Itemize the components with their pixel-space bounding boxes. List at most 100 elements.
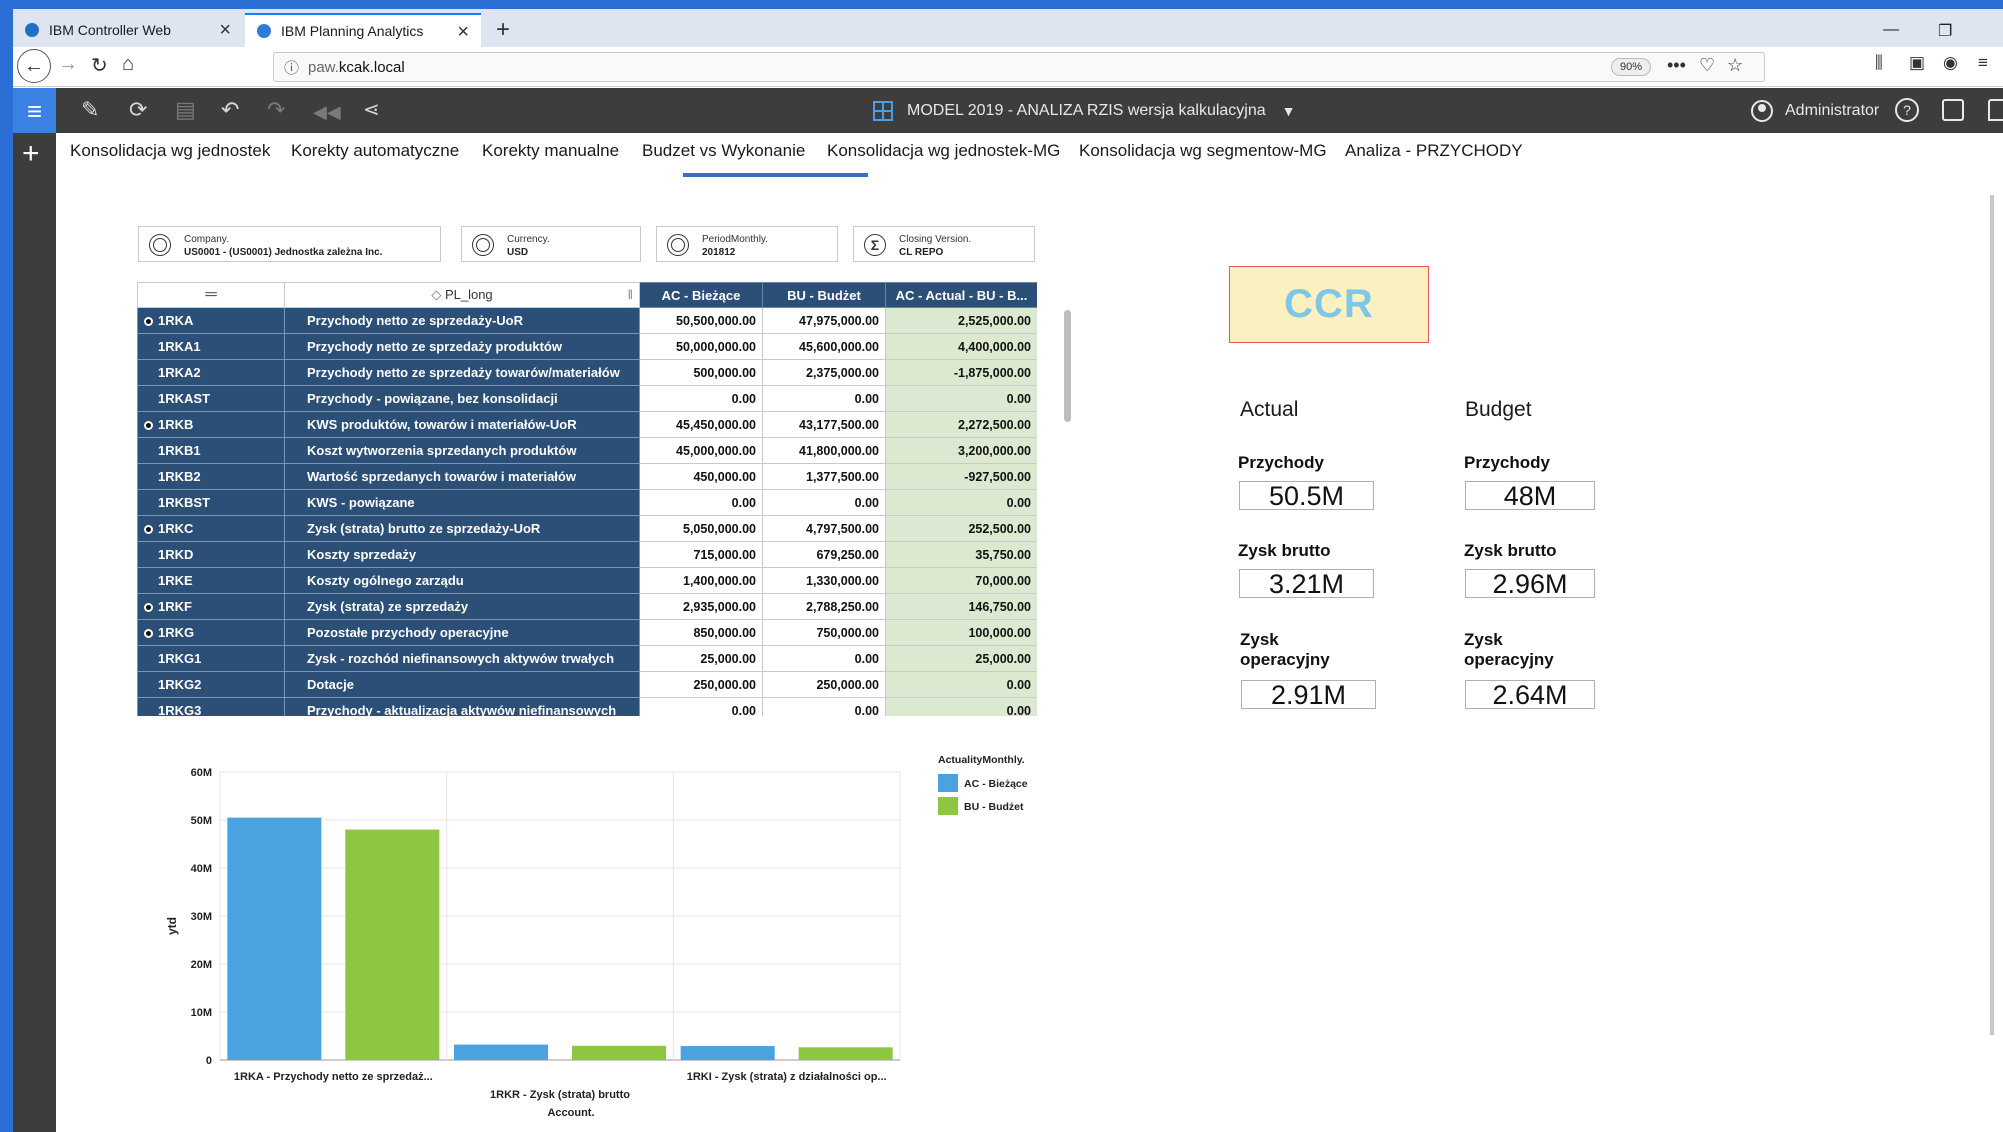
row-code[interactable]: 1RKG3 — [137, 697, 285, 716]
cell-budget[interactable]: 679,250.00 — [762, 541, 886, 568]
row-dimension-header[interactable]: ◇ PL_long ‖ — [284, 282, 640, 308]
row-code[interactable]: 1RKF — [137, 593, 285, 620]
cell-budget[interactable]: 4,797,500.00 — [762, 515, 886, 542]
url-bar[interactable]: ⓘ paw.kcak.local 90% ••• ♡ ☆ — [273, 52, 1765, 82]
share-icon[interactable]: ⋖ — [363, 98, 380, 122]
back-arrow-icon[interactable]: ← — [17, 49, 51, 83]
cell-difference[interactable]: 146,750.00 — [885, 593, 1037, 620]
browser-menu-icon[interactable]: ≡ — [1978, 53, 1988, 73]
page-scrollbar[interactable] — [1990, 195, 1994, 1035]
sidebar-icon[interactable]: ▣ — [1909, 53, 1925, 73]
cell-budget[interactable]: 45,600,000.00 — [762, 333, 886, 360]
tab-korekty-automatyczne[interactable]: Korekty automatyczne — [291, 141, 459, 161]
cell-difference[interactable]: -927,500.00 — [885, 463, 1037, 490]
cell-difference[interactable]: 2,525,000.00 — [885, 307, 1037, 334]
tab-analiza-przychody[interactable]: Analiza - PRZYCHODY — [1345, 141, 1523, 161]
filter-company[interactable]: Company. US0001 - (US0001) Jednostka zal… — [138, 226, 441, 262]
filter-closing-version[interactable]: Σ Closing Version. CL REPO — [853, 226, 1035, 262]
row-name[interactable]: Przychody netto ze sprzedaży produktów — [284, 333, 640, 360]
row-name[interactable]: Wartość sprzedanych towarów i materiałów — [284, 463, 640, 490]
page-actions-icon[interactable]: ••• — [1667, 55, 1686, 76]
filter-period[interactable]: PeriodMonthly. 201812 — [656, 226, 838, 262]
cell-actual[interactable]: 50,500,000.00 — [639, 307, 763, 334]
column-header[interactable]: AC - Actual - BU - B... — [885, 282, 1037, 308]
cell-budget[interactable]: 41,800,000.00 — [762, 437, 886, 464]
expand-toggle-icon[interactable] — [144, 421, 153, 430]
cell-difference[interactable]: 0.00 — [885, 697, 1037, 716]
expand-toggle-icon[interactable] — [144, 317, 153, 326]
cell-actual[interactable]: 25,000.00 — [639, 645, 763, 672]
cell-difference[interactable]: 2,272,500.00 — [885, 411, 1037, 438]
row-name[interactable]: Pozostałe przychody operacyjne — [284, 619, 640, 646]
grid-corner-handle[interactable]: ═ — [137, 282, 285, 308]
model-selector[interactable]: MODEL 2019 - ANALIZA RZIS wersja kalkula… — [873, 88, 1296, 133]
cell-actual[interactable]: 250,000.00 — [639, 671, 763, 698]
cell-difference[interactable]: 0.00 — [885, 671, 1037, 698]
tab-konsolidacja-wg-jednostek-mg[interactable]: Konsolidacja wg jednostek-MG — [827, 141, 1060, 161]
cell-difference[interactable]: 100,000.00 — [885, 619, 1037, 646]
row-code[interactable]: 1RKA2 — [137, 359, 285, 386]
chart-view-icon[interactable] — [1942, 99, 1964, 121]
row-code[interactable]: 1RKC — [137, 515, 285, 542]
row-code[interactable]: 1RKG — [137, 619, 285, 646]
cell-budget[interactable]: 2,375,000.00 — [762, 359, 886, 386]
cell-budget[interactable]: 0.00 — [762, 385, 886, 412]
new-tab-icon[interactable]: + — [496, 18, 510, 42]
cell-difference[interactable]: 4,400,000.00 — [885, 333, 1037, 360]
tab-konsolidacja-wg-jednostek[interactable]: Konsolidacja wg jednostek — [70, 141, 270, 161]
library-icon[interactable]: ⫼ — [1875, 53, 1883, 73]
browser-tab-controller[interactable]: IBM Controller Web × — [13, 13, 243, 47]
forward-arrow-icon[interactable]: → — [58, 53, 78, 76]
cell-actual[interactable]: 715,000.00 — [639, 541, 763, 568]
cell-actual[interactable]: 50,000,000.00 — [639, 333, 763, 360]
row-code[interactable]: 1RKA — [137, 307, 285, 334]
cell-difference[interactable]: 252,500.00 — [885, 515, 1037, 542]
cell-budget[interactable]: 47,975,000.00 — [762, 307, 886, 334]
row-code[interactable]: 1RKG1 — [137, 645, 285, 672]
row-code[interactable]: 1RKAST — [137, 385, 285, 412]
restore-icon[interactable]: ❐ — [1938, 21, 1952, 41]
reload-icon[interactable]: ↻ — [91, 53, 108, 78]
cell-actual[interactable]: 45,000,000.00 — [639, 437, 763, 464]
refresh-icon[interactable]: ⟳ — [129, 98, 147, 122]
cell-actual[interactable]: 0.00 — [639, 489, 763, 516]
cell-budget[interactable]: 0.00 — [762, 697, 886, 716]
row-name[interactable]: Dotacje — [284, 671, 640, 698]
row-code[interactable]: 1RKB1 — [137, 437, 285, 464]
minimize-icon[interactable]: — — [1883, 21, 1899, 39]
tab-budzet-vs-wykonanie[interactable]: Budzet vs Wykonanie — [642, 141, 805, 161]
cell-difference[interactable]: 3,200,000.00 — [885, 437, 1037, 464]
cell-difference[interactable]: -1,875,000.00 — [885, 359, 1037, 386]
cell-actual[interactable]: 2,935,000.00 — [639, 593, 763, 620]
row-name[interactable]: Przychody - powiązane, bez konsolidacji — [284, 385, 640, 412]
home-icon[interactable]: ⌂ — [122, 53, 134, 76]
column-header[interactable]: AC - Bieżące — [639, 282, 763, 308]
cell-actual[interactable]: 0.00 — [639, 697, 763, 716]
row-code[interactable]: 1RKBST — [137, 489, 285, 516]
row-name[interactable]: Koszt wytworzenia sprzedanych produktów — [284, 437, 640, 464]
row-code[interactable]: 1RKE — [137, 567, 285, 594]
undo-icon[interactable]: ↶ — [221, 98, 239, 122]
redo-icon[interactable]: ↷ — [267, 98, 285, 122]
cell-actual[interactable]: 45,450,000.00 — [639, 411, 763, 438]
row-name[interactable]: Koszty sprzedaży — [284, 541, 640, 568]
cell-budget[interactable]: 250,000.00 — [762, 671, 886, 698]
save-icon[interactable]: ▤ — [175, 98, 196, 122]
cell-difference[interactable]: 0.00 — [885, 385, 1037, 412]
comments-icon[interactable] — [1988, 99, 2003, 121]
row-code[interactable]: 1RKB2 — [137, 463, 285, 490]
row-name[interactable]: KWS - powiązane — [284, 489, 640, 516]
cell-actual[interactable]: 0.00 — [639, 385, 763, 412]
cell-difference[interactable]: 0.00 — [885, 489, 1037, 516]
cell-actual[interactable]: 850,000.00 — [639, 619, 763, 646]
row-code[interactable]: 1RKA1 — [137, 333, 285, 360]
cell-difference[interactable]: 35,750.00 — [885, 541, 1037, 568]
expand-toggle-icon[interactable] — [144, 603, 153, 612]
cell-budget[interactable]: 1,330,000.00 — [762, 567, 886, 594]
cell-budget[interactable]: 43,177,500.00 — [762, 411, 886, 438]
cell-actual[interactable]: 450,000.00 — [639, 463, 763, 490]
zoom-badge[interactable]: 90% — [1611, 58, 1651, 76]
close-tab-icon[interactable]: × — [457, 21, 469, 44]
tab-korekty-manualne[interactable]: Korekty manualne — [482, 141, 619, 161]
row-name[interactable]: Koszty ogólnego zarządu — [284, 567, 640, 594]
